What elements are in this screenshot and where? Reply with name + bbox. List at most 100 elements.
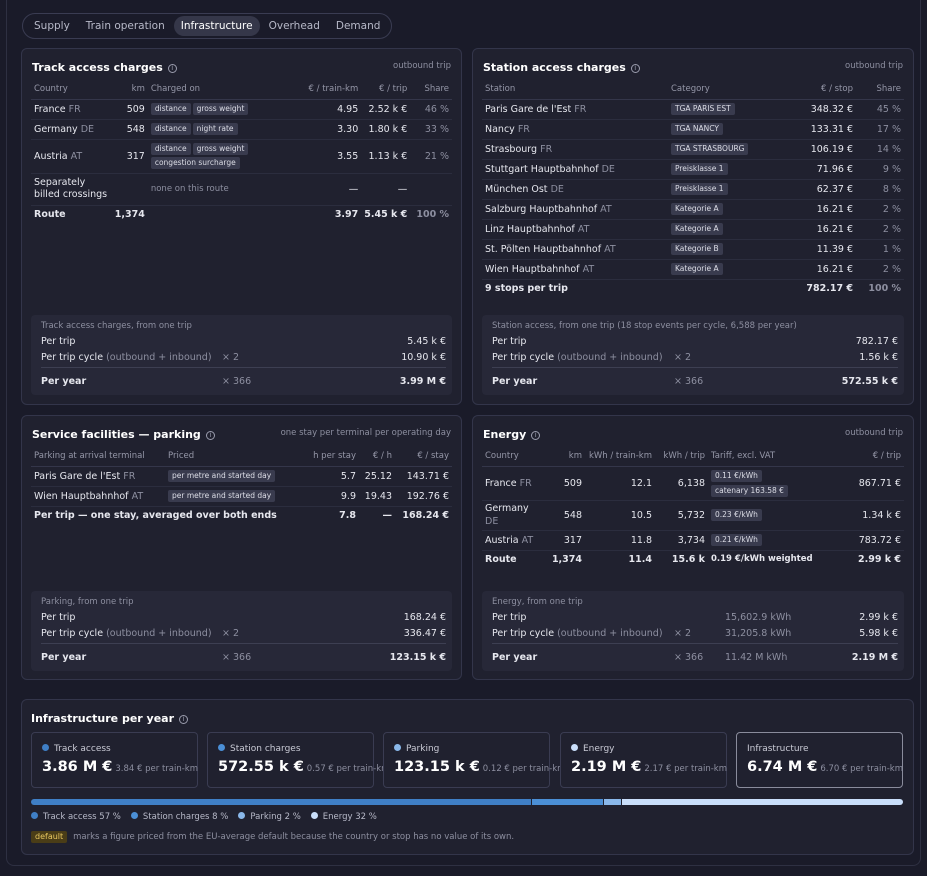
table-row: Austria AT 317 distance gross weight conge… bbox=[31, 139, 452, 174]
kpi-value: 6.74 M € bbox=[747, 759, 818, 775]
country-code: AT bbox=[521, 534, 534, 546]
tab-supply[interactable]: Supply bbox=[27, 16, 77, 36]
energy-summary: Energy, from one trip Per trip 15,602.9 … bbox=[482, 591, 904, 671]
total-row: 9 stops per trip 782.17 € 100 % bbox=[482, 278, 904, 297]
charge-tag: congestion surcharge bbox=[150, 157, 240, 169]
year-mult: × 366 bbox=[222, 376, 252, 387]
hours-cell: 5.7 bbox=[305, 466, 359, 487]
col-country: Country bbox=[31, 80, 112, 100]
total-label: Route bbox=[31, 204, 112, 223]
tab-demand[interactable]: Demand bbox=[329, 16, 388, 36]
table-row: Germany DE 548 10.5 5,732 0.23 €/kWh 1.3… bbox=[482, 500, 904, 531]
share-cell: 8 % bbox=[856, 179, 904, 200]
table-row: Paris Gare de l'Est FR per metre and star… bbox=[31, 466, 452, 487]
km-cell: 317 bbox=[540, 530, 585, 551]
col-hours: h per stay bbox=[305, 447, 359, 467]
table-header: Country km Charged on € / train-km € / t… bbox=[31, 80, 452, 100]
table-row: Salzburg Hauptbahnhof AT Kategorie A 16.21… bbox=[482, 199, 904, 220]
per-km-cell: — bbox=[305, 173, 362, 206]
country-code: FR bbox=[574, 103, 587, 115]
table-row: Strasbourg FR TGA STRASBOURG 106.19 €14 % bbox=[482, 139, 904, 160]
table-row: France FR 509 12.1 6,138 0.11 €/kWh caten… bbox=[482, 466, 904, 501]
info-icon[interactable]: i bbox=[179, 715, 189, 724]
category-tag: Kategorie A bbox=[671, 263, 723, 275]
tab-overhead[interactable]: Overhead bbox=[262, 16, 327, 36]
per-stop-cell: 62.37 € bbox=[796, 179, 856, 200]
table-row: Linz Hauptbahnhof AT Kategorie A 16.21 €2 … bbox=[482, 219, 904, 240]
total-per-hour: — bbox=[359, 505, 395, 524]
info-icon[interactable]: i bbox=[205, 431, 215, 440]
per-stay-cell: 192.76 € bbox=[395, 486, 452, 507]
info-icon[interactable]: i bbox=[531, 431, 541, 440]
per-stop-cell: 106.19 € bbox=[796, 139, 856, 160]
per-trip-cell: — bbox=[361, 173, 411, 206]
cycle-mult: × 2 bbox=[222, 628, 240, 639]
col-per-hour: € / h bbox=[359, 447, 395, 467]
info-icon[interactable]: i bbox=[167, 64, 177, 73]
country-code: FR bbox=[123, 470, 136, 482]
per-stay-cell: 143.71 € bbox=[395, 466, 452, 487]
station-name: Salzburg Hauptbahnhof bbox=[485, 203, 598, 215]
country-code: AT bbox=[600, 203, 612, 215]
col-priced: Priced bbox=[165, 447, 305, 467]
legend-item: Track access 57 % bbox=[31, 812, 121, 822]
kwh-km-cell: 11.8 bbox=[585, 530, 655, 551]
per-trip-value: 782.17 € bbox=[855, 336, 898, 347]
total-tariff: 0.19 €/kWh weighted bbox=[708, 549, 838, 568]
col-share: Share bbox=[410, 80, 452, 100]
country-code: DE bbox=[80, 123, 95, 135]
km-cell bbox=[111, 173, 148, 206]
col-country: Country bbox=[482, 447, 540, 467]
country-code: DE bbox=[601, 163, 615, 175]
table-row: France FR 509 distance gross weight 4.95 … bbox=[31, 99, 452, 120]
panel-title: Track access charges bbox=[32, 61, 163, 74]
total-row: Route 1,374 11.4 15.6 k 0.19 €/kWh weigh… bbox=[482, 549, 904, 568]
cycle-mult: × 2 bbox=[674, 628, 692, 639]
category-tag: TGA STRASBOURG bbox=[671, 143, 749, 155]
charged-on-text: none on this route bbox=[147, 173, 306, 206]
priced-tag: per metre and started day bbox=[168, 490, 276, 502]
legend-dot bbox=[31, 812, 38, 819]
summary-title: Energy, from one trip bbox=[492, 597, 583, 607]
legend-label: Parking 2 % bbox=[250, 812, 301, 822]
country-code: FR bbox=[519, 477, 532, 489]
tab-infrastructure[interactable]: Infrastructure bbox=[173, 16, 260, 36]
kpi-label: Parking bbox=[406, 744, 440, 754]
summary-title: Track access charges, from one trip bbox=[41, 321, 192, 331]
cycle-label: Per trip cycle bbox=[41, 628, 104, 639]
legend-dot bbox=[310, 812, 318, 819]
per-trip-cell: 1.80 k € bbox=[361, 119, 411, 140]
summary-title: Parking, from one trip bbox=[41, 597, 134, 607]
col-terminal: Parking at arrival terminal bbox=[31, 447, 165, 467]
country-code: DE bbox=[550, 183, 564, 195]
eur-trip-cell: 867.71 € bbox=[838, 466, 904, 501]
share-cell: 1 % bbox=[856, 239, 904, 260]
station-name: Stuttgart Hauptbahnhof bbox=[485, 163, 599, 175]
share-cell: 46 % bbox=[410, 99, 452, 120]
per-trip-cell: 1.13 k € bbox=[361, 139, 411, 174]
total-km: 1,374 bbox=[540, 549, 585, 568]
total-share: 100 % bbox=[410, 204, 452, 223]
share-cell: 21 % bbox=[410, 139, 452, 174]
per-stop-cell: 71.96 € bbox=[796, 159, 856, 180]
col-eur-trip: € / trip bbox=[838, 447, 904, 467]
table-row: Austria AT 317 11.8 3,734 0.21 €/kWh 783… bbox=[482, 530, 904, 551]
tab-train-operation[interactable]: Train operation bbox=[79, 16, 172, 36]
col-kwh-trip: kWh / trip bbox=[655, 447, 708, 467]
per-hour-cell: 19.43 bbox=[359, 486, 395, 507]
per-trip-kwh: 15,602.9 kWh bbox=[725, 612, 792, 623]
share-cell: 2 % bbox=[856, 259, 904, 280]
col-per-stop: € / stop bbox=[796, 80, 856, 100]
col-per-stay: € / stay bbox=[395, 447, 452, 467]
table-header: Station Category € / stop Share bbox=[482, 80, 904, 100]
legend-label: Energy 32 % bbox=[322, 812, 377, 822]
country-code: FR bbox=[540, 143, 553, 155]
kpi-value: 3.86 M € bbox=[42, 759, 113, 775]
kpi-card-parking: Parking 123.15 k €0.12 € per train-km bbox=[383, 732, 565, 788]
info-icon[interactable]: i bbox=[630, 64, 640, 73]
tariff-tag: 0.21 €/kWh bbox=[711, 534, 762, 546]
energy-panel: Energy i outbound trip Country km kWh / t… bbox=[472, 415, 914, 680]
legend-item: Station charges 8 % bbox=[130, 812, 228, 822]
cycle-label: Per trip cycle bbox=[41, 352, 104, 363]
category-tag: Preisklasse 1 bbox=[671, 183, 728, 195]
